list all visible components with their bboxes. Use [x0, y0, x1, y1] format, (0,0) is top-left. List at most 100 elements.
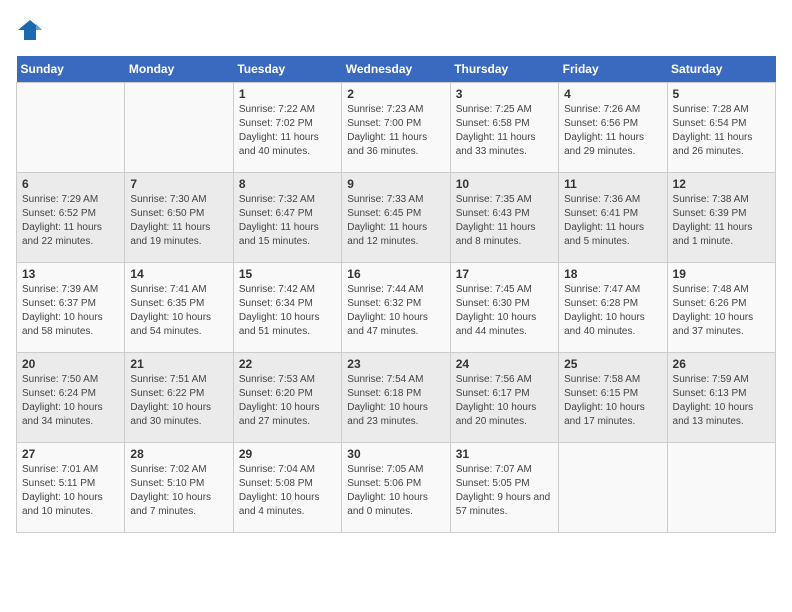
day-number: 30: [347, 447, 444, 461]
day-info: Sunrise: 7:48 AM Sunset: 6:26 PM Dayligh…: [673, 283, 770, 339]
day-info: Sunrise: 7:23 AM Sunset: 7:00 PM Dayligh…: [347, 103, 444, 159]
day-number: 16: [347, 267, 444, 281]
calendar-cell: 6 Sunrise: 7:29 AM Sunset: 6:52 PM Daylig…: [17, 173, 125, 263]
day-number: 15: [239, 267, 336, 281]
weekday-header: Friday: [559, 56, 667, 83]
day-number: 17: [456, 267, 553, 281]
day-number: 23: [347, 357, 444, 371]
calendar-cell: 21 Sunrise: 7:51 AM Sunset: 6:22 PM Dayli…: [125, 353, 233, 443]
day-number: 3: [456, 87, 553, 101]
logo: [16, 16, 48, 44]
logo-icon: [16, 16, 44, 44]
day-info: Sunrise: 7:47 AM Sunset: 6:28 PM Dayligh…: [564, 283, 661, 339]
weekday-header: Sunday: [17, 56, 125, 83]
calendar-cell: [559, 443, 667, 533]
weekday-header-row: SundayMondayTuesdayWednesdayThursdayFrid…: [17, 56, 776, 83]
day-info: Sunrise: 7:39 AM Sunset: 6:37 PM Dayligh…: [22, 283, 119, 339]
day-info: Sunrise: 7:29 AM Sunset: 6:52 PM Dayligh…: [22, 193, 119, 249]
day-info: Sunrise: 7:44 AM Sunset: 6:32 PM Dayligh…: [347, 283, 444, 339]
calendar-cell: 20 Sunrise: 7:50 AM Sunset: 6:24 PM Dayli…: [17, 353, 125, 443]
day-info: Sunrise: 7:26 AM Sunset: 6:56 PM Dayligh…: [564, 103, 661, 159]
day-number: 5: [673, 87, 770, 101]
calendar-cell: 18 Sunrise: 7:47 AM Sunset: 6:28 PM Dayli…: [559, 263, 667, 353]
calendar-cell: [667, 443, 775, 533]
day-number: 22: [239, 357, 336, 371]
day-number: 6: [22, 177, 119, 191]
calendar-week-row: 13 Sunrise: 7:39 AM Sunset: 6:37 PM Dayli…: [17, 263, 776, 353]
calendar-cell: 24Sunrise: 7:56 AM Sunset: 6:17 PM Dayli…: [450, 353, 558, 443]
day-info: Sunrise: 7:01 AM Sunset: 5:11 PM Dayligh…: [22, 463, 119, 519]
weekday-header: Saturday: [667, 56, 775, 83]
day-number: 29: [239, 447, 336, 461]
day-info: Sunrise: 7:50 AM Sunset: 6:24 PM Dayligh…: [22, 373, 119, 429]
day-number: 14: [130, 267, 227, 281]
calendar-table: SundayMondayTuesdayWednesdayThursdayFrid…: [16, 56, 776, 533]
calendar-cell: 10 Sunrise: 7:35 AM Sunset: 6:43 PM Dayli…: [450, 173, 558, 263]
day-info: Sunrise: 7:35 AM Sunset: 6:43 PM Dayligh…: [456, 193, 553, 249]
day-info: Sunrise: 7:28 AM Sunset: 6:54 PM Dayligh…: [673, 103, 770, 159]
day-number: 31: [456, 447, 553, 461]
day-number: 11: [564, 177, 661, 191]
calendar-cell: 4 Sunrise: 7:26 AM Sunset: 6:56 PM Daylig…: [559, 83, 667, 173]
day-info: Sunrise: 7:56 AM Sunset: 6:17 PM Dayligh…: [456, 373, 553, 429]
day-number: 10: [456, 177, 553, 191]
calendar-cell: 5 Sunrise: 7:28 AM Sunset: 6:54 PM Daylig…: [667, 83, 775, 173]
day-number: 2: [347, 87, 444, 101]
day-info: Sunrise: 7:05 AM Sunset: 5:06 PM Dayligh…: [347, 463, 444, 519]
calendar-week-row: 6 Sunrise: 7:29 AM Sunset: 6:52 PM Daylig…: [17, 173, 776, 263]
calendar-cell: [17, 83, 125, 173]
day-info: Sunrise: 7:04 AM Sunset: 5:08 PM Dayligh…: [239, 463, 336, 519]
calendar-cell: 13 Sunrise: 7:39 AM Sunset: 6:37 PM Dayli…: [17, 263, 125, 353]
calendar-cell: 28Sunrise: 7:02 AM Sunset: 5:10 PM Dayli…: [125, 443, 233, 533]
weekday-header: Thursday: [450, 56, 558, 83]
day-info: Sunrise: 7:32 AM Sunset: 6:47 PM Dayligh…: [239, 193, 336, 249]
day-number: 4: [564, 87, 661, 101]
day-number: 9: [347, 177, 444, 191]
calendar-cell: 29 Sunrise: 7:04 AM Sunset: 5:08 PM Dayli…: [233, 443, 341, 533]
calendar-cell: 7Sunrise: 7:30 AM Sunset: 6:50 PM Daylig…: [125, 173, 233, 263]
calendar-cell: 22 Sunrise: 7:53 AM Sunset: 6:20 PM Dayli…: [233, 353, 341, 443]
day-info: Sunrise: 7:02 AM Sunset: 5:10 PM Dayligh…: [130, 463, 227, 519]
day-info: Sunrise: 7:30 AM Sunset: 6:50 PM Dayligh…: [130, 193, 227, 249]
day-number: 21: [130, 357, 227, 371]
calendar-cell: 8 Sunrise: 7:32 AM Sunset: 6:47 PM Daylig…: [233, 173, 341, 263]
weekday-header: Wednesday: [342, 56, 450, 83]
calendar-cell: 9Sunrise: 7:33 AM Sunset: 6:45 PM Daylig…: [342, 173, 450, 263]
day-number: 8: [239, 177, 336, 191]
calendar-cell: 11 Sunrise: 7:36 AM Sunset: 6:41 PM Dayli…: [559, 173, 667, 263]
calendar-cell: 12 Sunrise: 7:38 AM Sunset: 6:39 PM Dayli…: [667, 173, 775, 263]
day-number: 18: [564, 267, 661, 281]
day-info: Sunrise: 7:25 AM Sunset: 6:58 PM Dayligh…: [456, 103, 553, 159]
calendar-cell: 14Sunrise: 7:41 AM Sunset: 6:35 PM Dayli…: [125, 263, 233, 353]
calendar-cell: 27 Sunrise: 7:01 AM Sunset: 5:11 PM Dayli…: [17, 443, 125, 533]
calendar-cell: 15 Sunrise: 7:42 AM Sunset: 6:34 PM Dayli…: [233, 263, 341, 353]
calendar-week-row: 20 Sunrise: 7:50 AM Sunset: 6:24 PM Dayli…: [17, 353, 776, 443]
calendar-cell: 17 Sunrise: 7:45 AM Sunset: 6:30 PM Dayli…: [450, 263, 558, 353]
day-number: 1: [239, 87, 336, 101]
day-number: 26: [673, 357, 770, 371]
weekday-header: Tuesday: [233, 56, 341, 83]
day-info: Sunrise: 7:51 AM Sunset: 6:22 PM Dayligh…: [130, 373, 227, 429]
page-header: [16, 16, 776, 44]
calendar-cell: 16 Sunrise: 7:44 AM Sunset: 6:32 PM Dayli…: [342, 263, 450, 353]
day-info: Sunrise: 7:45 AM Sunset: 6:30 PM Dayligh…: [456, 283, 553, 339]
day-info: Sunrise: 7:42 AM Sunset: 6:34 PM Dayligh…: [239, 283, 336, 339]
day-info: Sunrise: 7:53 AM Sunset: 6:20 PM Dayligh…: [239, 373, 336, 429]
calendar-cell: 1 Sunrise: 7:22 AM Sunset: 7:02 PM Daylig…: [233, 83, 341, 173]
day-number: 20: [22, 357, 119, 371]
day-number: 19: [673, 267, 770, 281]
calendar-cell: 23Sunrise: 7:54 AM Sunset: 6:18 PM Dayli…: [342, 353, 450, 443]
calendar-cell: [125, 83, 233, 173]
calendar-cell: 30 Sunrise: 7:05 AM Sunset: 5:06 PM Dayli…: [342, 443, 450, 533]
day-number: 13: [22, 267, 119, 281]
weekday-header: Monday: [125, 56, 233, 83]
calendar-cell: 2 Sunrise: 7:23 AM Sunset: 7:00 PM Daylig…: [342, 83, 450, 173]
day-info: Sunrise: 7:38 AM Sunset: 6:39 PM Dayligh…: [673, 193, 770, 249]
day-info: Sunrise: 7:22 AM Sunset: 7:02 PM Dayligh…: [239, 103, 336, 159]
calendar-cell: 19 Sunrise: 7:48 AM Sunset: 6:26 PM Dayli…: [667, 263, 775, 353]
calendar-week-row: 1 Sunrise: 7:22 AM Sunset: 7:02 PM Daylig…: [17, 83, 776, 173]
day-number: 12: [673, 177, 770, 191]
calendar-cell: 3 Sunrise: 7:25 AM Sunset: 6:58 PM Daylig…: [450, 83, 558, 173]
day-info: Sunrise: 7:36 AM Sunset: 6:41 PM Dayligh…: [564, 193, 661, 249]
day-number: 27: [22, 447, 119, 461]
